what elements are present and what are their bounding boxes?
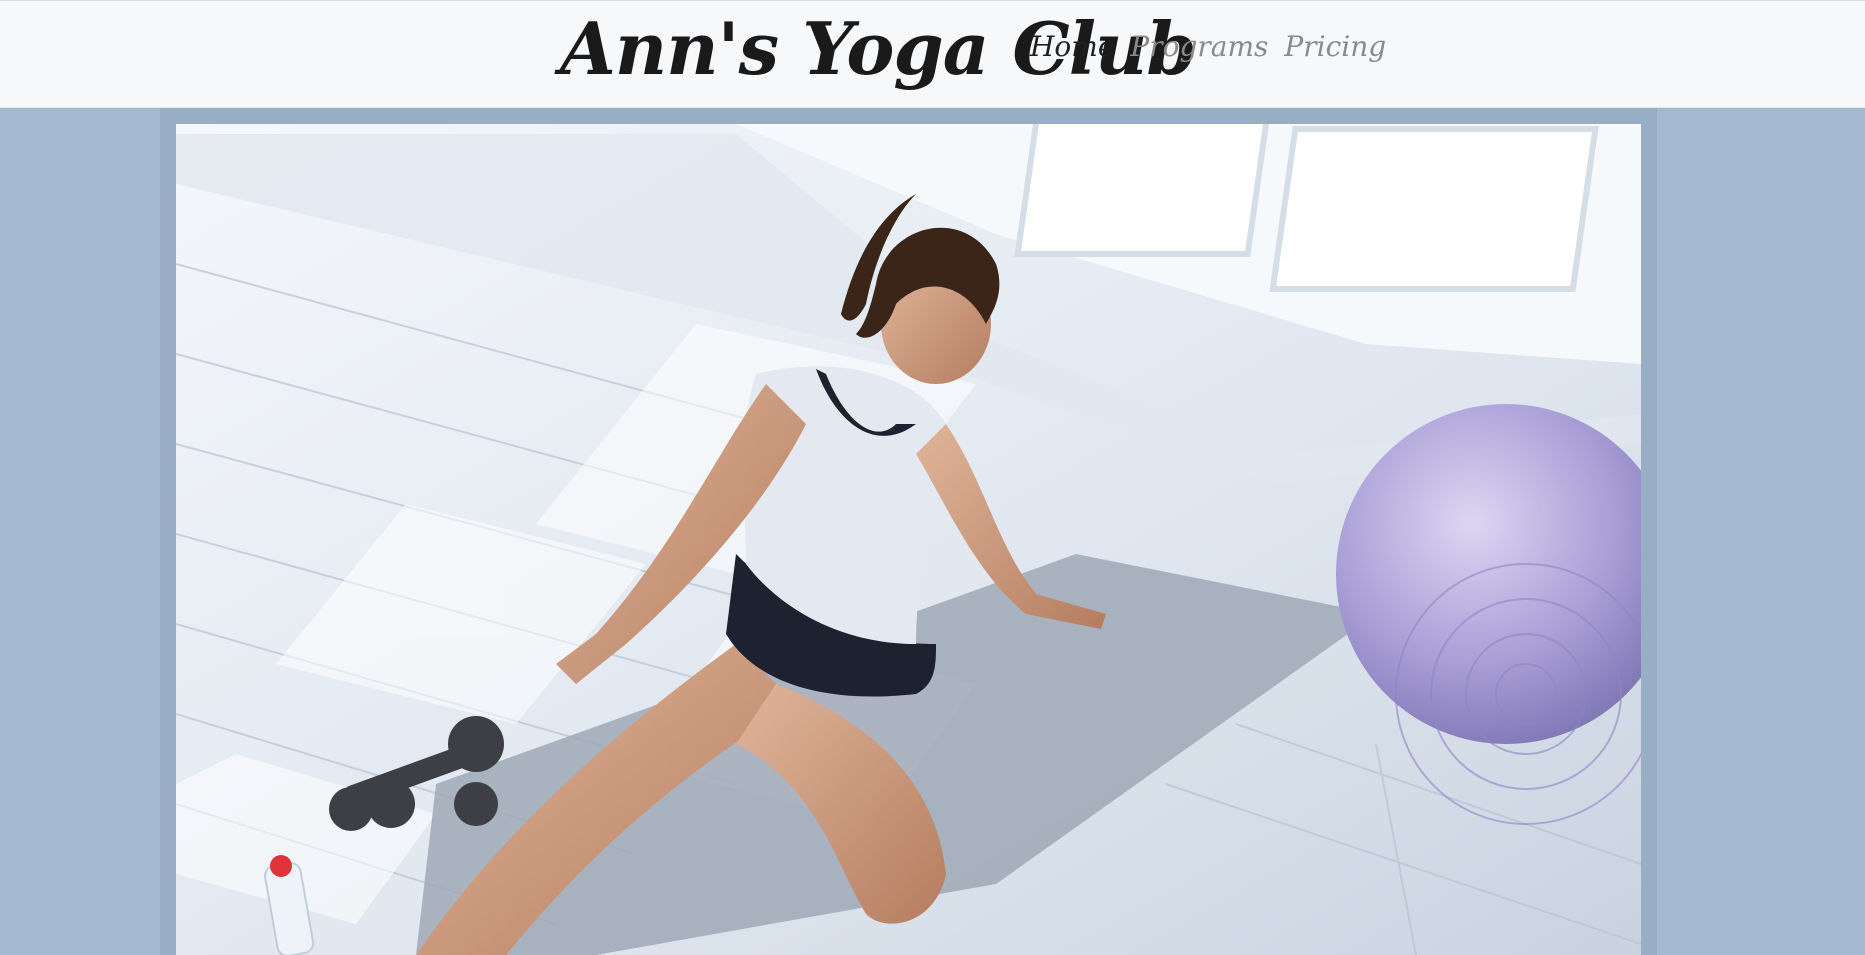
main-nav: Home Programs Pricing [1030, 27, 1386, 67]
yoga-photo [176, 124, 1641, 955]
hero-image [176, 124, 1641, 955]
main-content [160, 108, 1657, 955]
site-header: Ann's Yoga Club Home Programs Pricing [0, 0, 1865, 108]
nav-pricing-link[interactable]: Pricing [1284, 27, 1386, 67]
nav-home-link[interactable]: Home [1030, 27, 1114, 67]
nav-programs-link[interactable]: Programs [1130, 27, 1268, 67]
